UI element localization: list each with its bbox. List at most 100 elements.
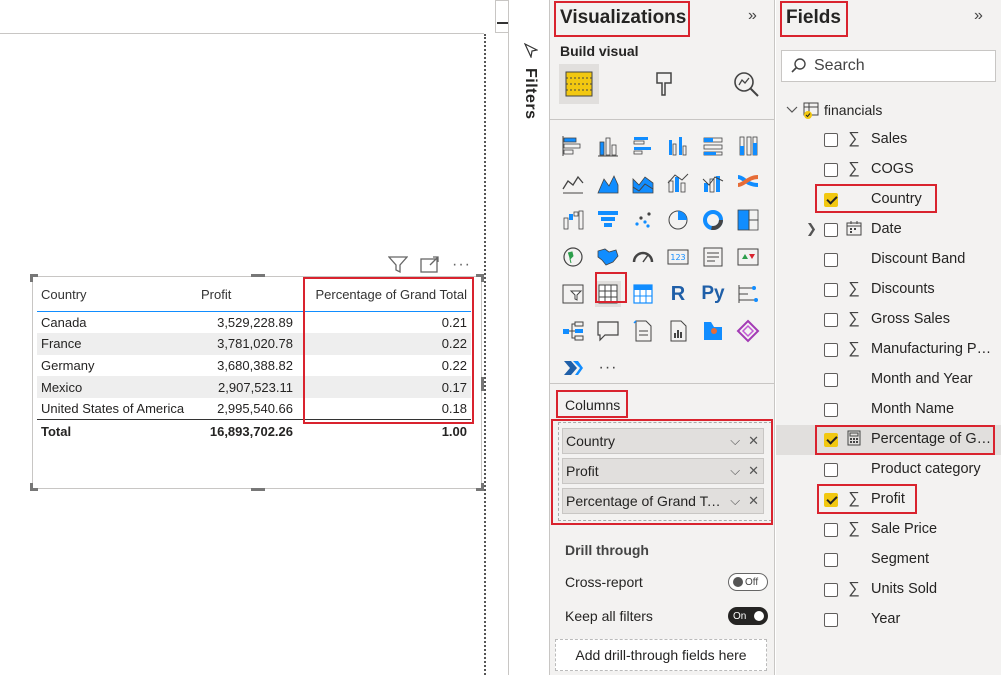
- field-item-manufacturing-price[interactable]: ∑ Manufacturing Price: [776, 335, 1001, 365]
- close-icon[interactable]: ✕: [748, 493, 759, 509]
- area-chart-icon[interactable]: [595, 170, 621, 196]
- chevron-right-icon[interactable]: ❯: [806, 221, 817, 237]
- field-item-date[interactable]: ❯ Date: [776, 215, 1001, 245]
- slicer-icon[interactable]: [560, 281, 586, 307]
- checkbox[interactable]: [824, 193, 838, 207]
- cross-report-toggle[interactable]: Off: [728, 573, 768, 591]
- checkbox[interactable]: [824, 433, 838, 447]
- checkbox[interactable]: [824, 403, 838, 417]
- field-item-discount-band[interactable]: Discount Band: [776, 245, 1001, 275]
- multi-row-card-icon[interactable]: [700, 244, 726, 270]
- r-visual-icon[interactable]: R: [665, 281, 691, 307]
- ribbon-chart-icon[interactable]: [735, 170, 761, 196]
- checkbox[interactable]: [824, 343, 838, 357]
- column-header-percentage[interactable]: Percentage of Grand Total: [297, 279, 471, 312]
- field-item-country[interactable]: Country: [776, 185, 1001, 215]
- close-icon[interactable]: ✕: [748, 433, 759, 449]
- kpi-icon[interactable]: [735, 244, 761, 270]
- arcgis-map-icon[interactable]: [700, 318, 726, 344]
- build-visual-tab[interactable]: [559, 64, 599, 104]
- resize-handle[interactable]: [251, 488, 265, 491]
- table-visual-icon[interactable]: [595, 281, 621, 307]
- matrix-icon[interactable]: [630, 281, 656, 307]
- paginated-report-icon[interactable]: [665, 318, 691, 344]
- funnel-chart-icon[interactable]: [595, 207, 621, 233]
- checkbox[interactable]: [824, 613, 838, 627]
- checkbox[interactable]: [824, 253, 838, 267]
- field-item-cogs[interactable]: ∑ COGS: [776, 155, 1001, 185]
- keep-filters-toggle[interactable]: On: [728, 607, 768, 625]
- expand-pane-icon[interactable]: »: [974, 7, 983, 25]
- field-item-sales[interactable]: ∑ Sales: [776, 125, 1001, 155]
- power-automate-icon[interactable]: [560, 355, 586, 381]
- filled-map-icon[interactable]: [595, 244, 621, 270]
- key-influencers-icon[interactable]: [735, 281, 761, 307]
- checkbox[interactable]: [824, 553, 838, 567]
- column-field-percentage[interactable]: Percentage of Grand Total ⌵ ✕: [562, 488, 764, 514]
- field-item-profit[interactable]: ∑ Profit: [776, 485, 1001, 515]
- field-item-discounts[interactable]: ∑ Discounts: [776, 275, 1001, 305]
- line-stacked-column-icon[interactable]: [700, 170, 726, 196]
- checkbox[interactable]: [824, 163, 838, 177]
- filters-pane[interactable]: Filters: [508, 0, 550, 675]
- stacked-bar-chart-icon[interactable]: [560, 133, 586, 159]
- checkbox[interactable]: [824, 583, 838, 597]
- report-canvas[interactable]: ··· Country Profit Percentage of Grand T…: [0, 0, 543, 675]
- table-visual[interactable]: Country Profit Percentage of Grand Total…: [30, 274, 484, 491]
- format-visual-tab[interactable]: [644, 64, 684, 104]
- focus-mode-icon[interactable]: [420, 256, 440, 274]
- stacked-column-chart-icon[interactable]: [595, 133, 621, 159]
- field-item-month-and-year[interactable]: Month and Year: [776, 365, 1001, 395]
- more-visuals-icon[interactable]: ···: [595, 355, 621, 381]
- field-item-year[interactable]: Year: [776, 605, 1001, 635]
- pie-chart-icon[interactable]: [665, 207, 691, 233]
- resize-handle[interactable]: [476, 274, 484, 282]
- field-item-sale-price[interactable]: ∑ Sale Price: [776, 515, 1001, 545]
- field-item-gross-sales[interactable]: ∑ Gross Sales: [776, 305, 1001, 335]
- line-chart-icon[interactable]: [560, 170, 586, 196]
- drill-through-well[interactable]: Add drill-through fields here: [555, 639, 767, 671]
- table-node-financials[interactable]: financials: [786, 100, 882, 120]
- checkbox[interactable]: [824, 463, 838, 477]
- checkbox[interactable]: [824, 133, 838, 147]
- resize-handle[interactable]: [251, 274, 265, 277]
- 100-stacked-column-chart-icon[interactable]: [735, 133, 761, 159]
- scatter-chart-icon[interactable]: [630, 207, 656, 233]
- map-icon[interactable]: [560, 244, 586, 270]
- checkbox[interactable]: [824, 493, 838, 507]
- field-item-percentage-of-grand-total[interactable]: Percentage of Grand Total: [776, 425, 1001, 455]
- 100-stacked-bar-chart-icon[interactable]: [700, 133, 726, 159]
- checkbox[interactable]: [824, 313, 838, 327]
- stacked-area-chart-icon[interactable]: [630, 170, 656, 196]
- checkbox[interactable]: [824, 373, 838, 387]
- waterfall-chart-icon[interactable]: [560, 207, 586, 233]
- column-header-profit[interactable]: Profit: [197, 279, 297, 312]
- card-icon[interactable]: 123: [665, 244, 691, 270]
- search-input[interactable]: Search: [781, 50, 996, 82]
- gauge-icon[interactable]: [630, 244, 656, 270]
- decomposition-tree-icon[interactable]: [560, 318, 586, 344]
- python-visual-icon[interactable]: Py: [700, 281, 726, 307]
- filter-icon[interactable]: [388, 256, 408, 274]
- checkbox[interactable]: [824, 223, 838, 237]
- treemap-icon[interactable]: [735, 207, 761, 233]
- resize-handle[interactable]: [481, 377, 484, 391]
- resize-handle[interactable]: [30, 483, 38, 491]
- chevron-down-icon[interactable]: ⌵: [730, 463, 740, 479]
- field-item-units-sold[interactable]: ∑ Units Sold: [776, 575, 1001, 605]
- resize-handle[interactable]: [476, 483, 484, 491]
- power-apps-icon[interactable]: [735, 318, 761, 344]
- more-options-icon[interactable]: ···: [452, 256, 471, 274]
- qa-icon[interactable]: [595, 318, 621, 344]
- column-header-country[interactable]: Country: [37, 279, 197, 312]
- field-item-segment[interactable]: Segment: [776, 545, 1001, 575]
- field-item-product-category[interactable]: Product category: [776, 455, 1001, 485]
- clustered-column-chart-icon[interactable]: [665, 133, 691, 159]
- expand-pane-icon[interactable]: »: [748, 7, 757, 25]
- filters-label[interactable]: Filters: [521, 68, 539, 120]
- chevron-down-icon[interactable]: ⌵: [730, 493, 740, 509]
- smart-narrative-icon[interactable]: [630, 318, 656, 344]
- analytics-tab[interactable]: [726, 64, 766, 104]
- checkbox[interactable]: [824, 523, 838, 537]
- line-clustered-column-icon[interactable]: [665, 170, 691, 196]
